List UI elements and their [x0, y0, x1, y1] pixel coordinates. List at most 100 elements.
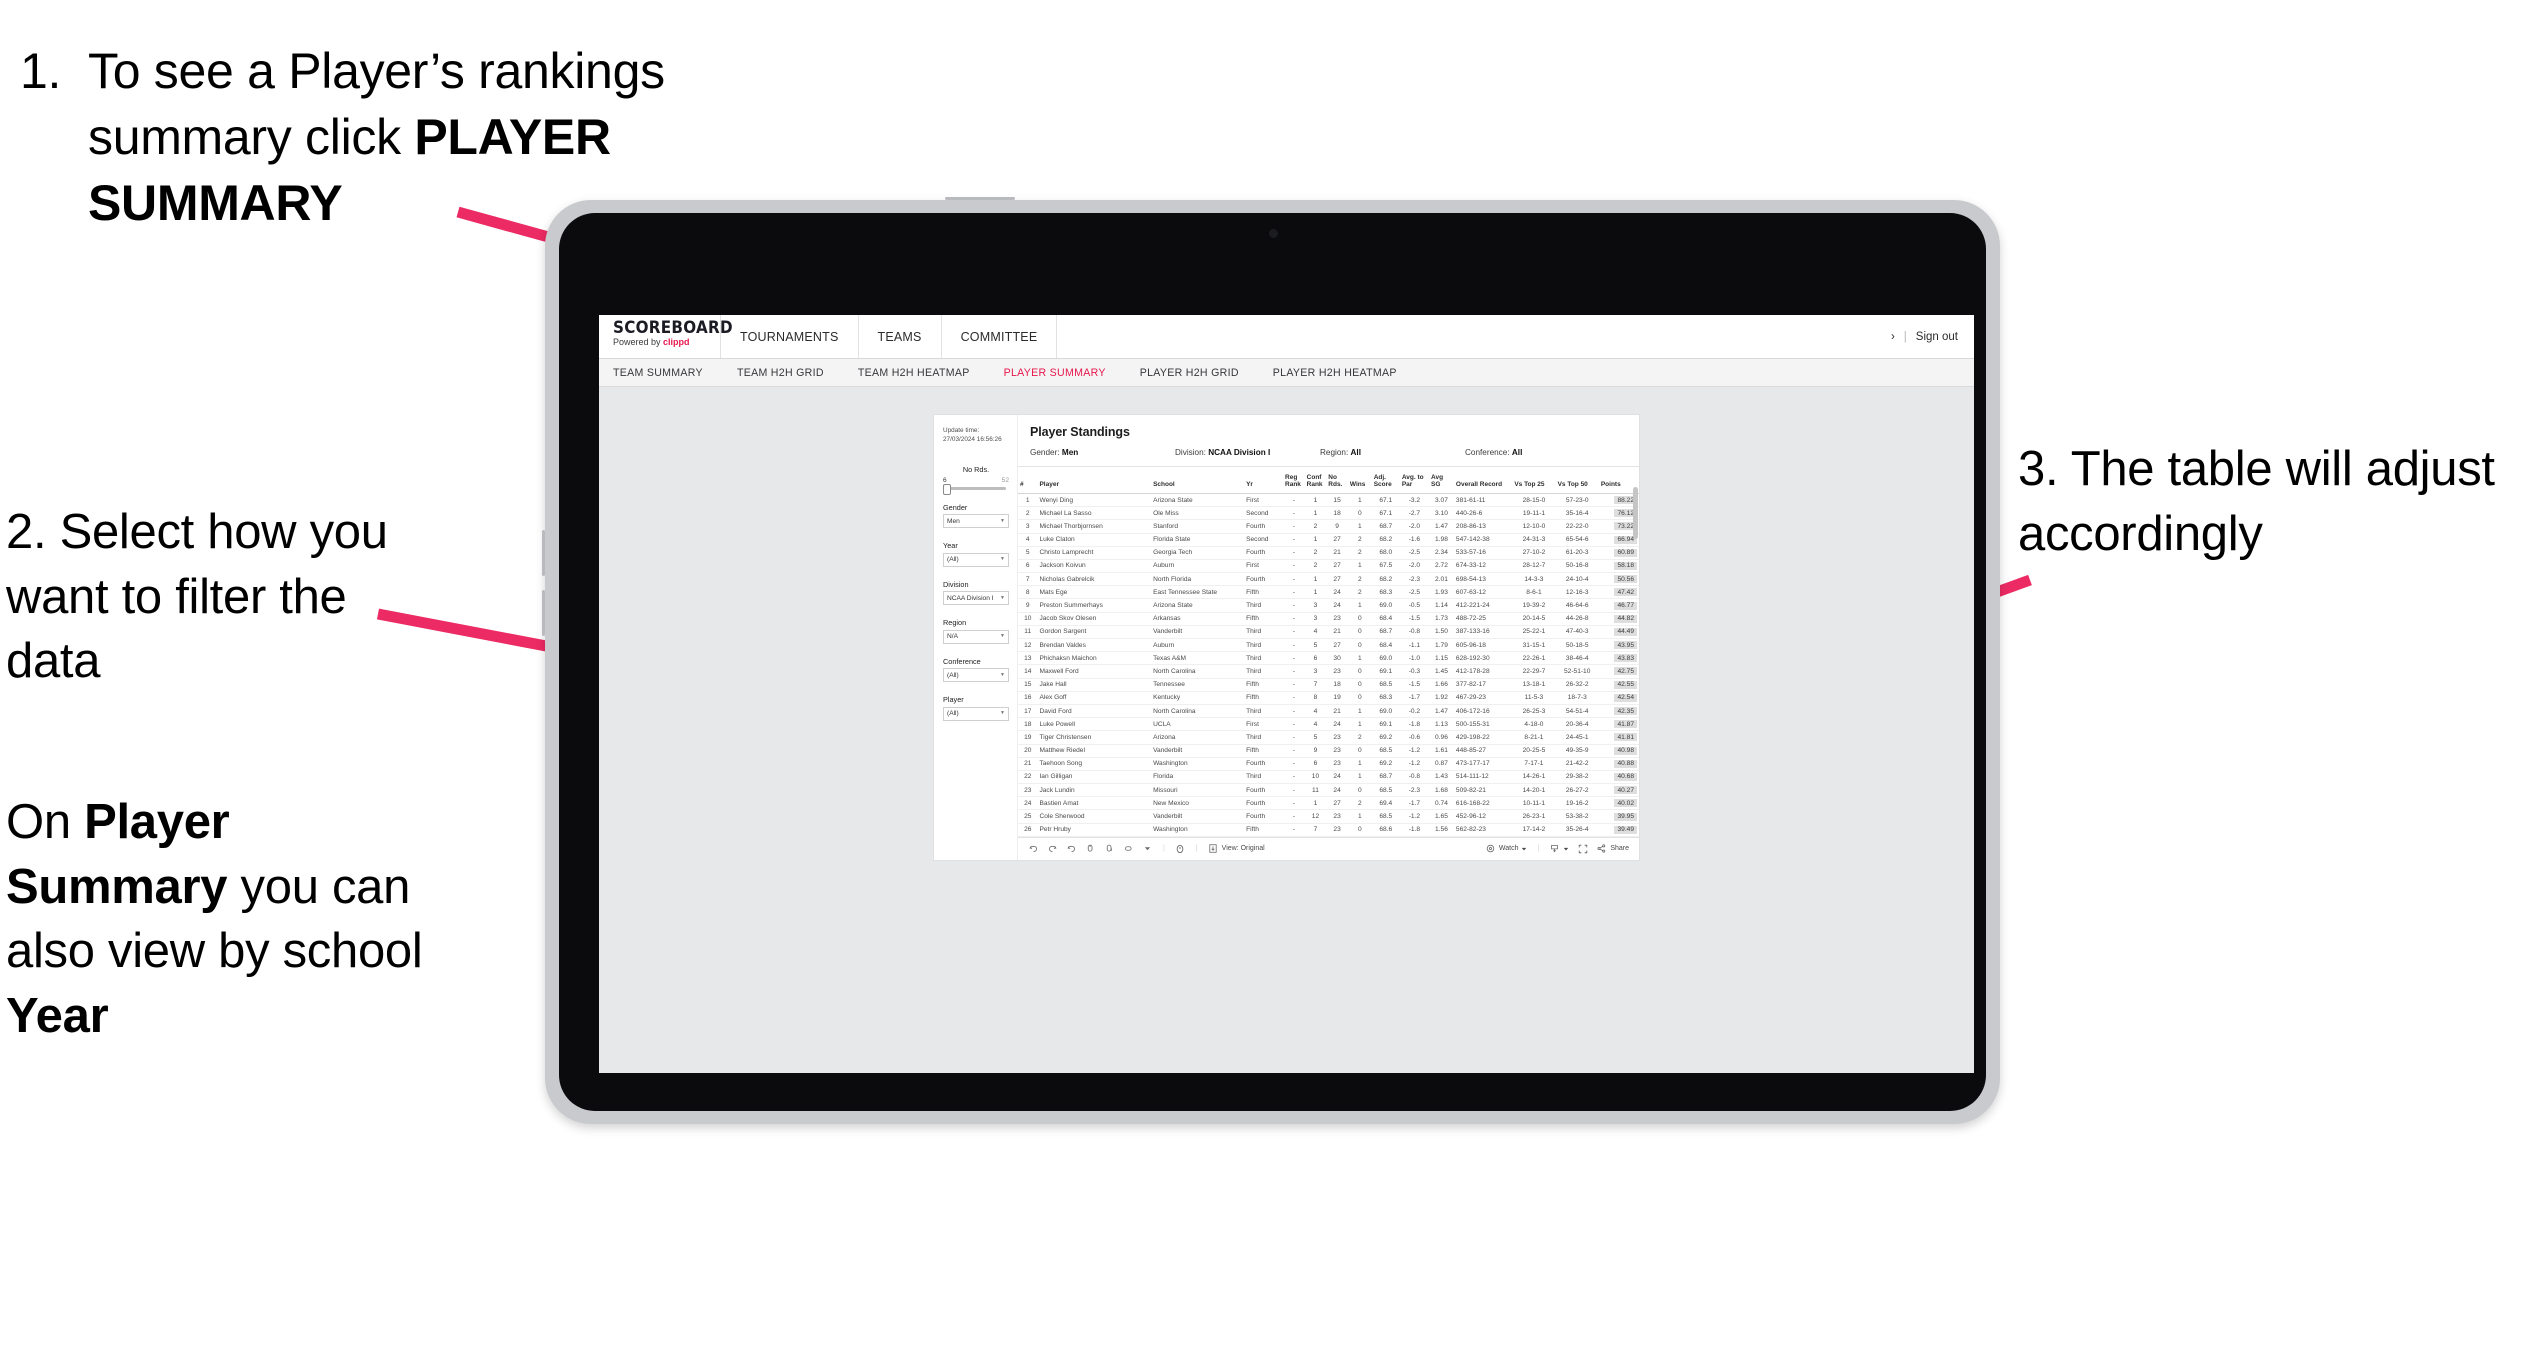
- table-cell: 13: [1018, 651, 1038, 666]
- slider-handle[interactable]: [943, 483, 951, 495]
- watch-button[interactable]: Watch: [1485, 843, 1528, 854]
- table-cell: -: [1283, 664, 1305, 679]
- column-header[interactable]: No Rds.: [1326, 467, 1348, 494]
- table-row[interactable]: 17 David Ford North Carolina Third -4 21 1 69.0…: [1018, 704, 1639, 719]
- table-row[interactable]: 7 Nicholas Gabrelcik North Florida Fourth -1…: [1018, 572, 1639, 587]
- pause-icon[interactable]: [1104, 843, 1115, 854]
- table-row[interactable]: 24 Bastien Amat New Mexico Fourth -1 27 2 69.4-…: [1018, 796, 1639, 811]
- table-cell: -0.2: [1399, 704, 1430, 719]
- download-button[interactable]: [1549, 843, 1569, 854]
- column-header[interactable]: Overall Record: [1453, 467, 1513, 494]
- table-row[interactable]: 9 Preston Summerhays Arizona State Third -3 2…: [1018, 598, 1639, 613]
- topnav-item-committee[interactable]: COMMITTEE: [942, 315, 1058, 358]
- table-cell: Michael Thorbjornsen: [1037, 519, 1152, 534]
- volume-down-button[interactable]: [542, 590, 545, 636]
- column-header[interactable]: Yr: [1244, 467, 1284, 494]
- column-header[interactable]: Vs Top 25: [1512, 467, 1556, 494]
- table-row[interactable]: 15 Jake Hall Tennessee Fifth -7 18 0 68.5 -1.5 1.…: [1018, 678, 1639, 692]
- column-header[interactable]: School: [1151, 467, 1245, 494]
- table-row[interactable]: 21 Taehoon Song Washington Fourth -6 23 1 69.2-…: [1018, 757, 1639, 771]
- subnav-item-player-h2h-heatmap[interactable]: PLAYER H2H HEATMAP: [1273, 367, 1415, 379]
- share-button[interactable]: Share: [1596, 843, 1629, 854]
- table-row[interactable]: 1 Wenyi Ding Arizona State First -1 15 1 67.1 -3…: [1018, 493, 1639, 508]
- brand-logo[interactable]: SCOREBOARD Powered by clippd: [599, 315, 733, 358]
- table-row[interactable]: 6 Jackson Koivun Auburn First -2 27 1 67.5 -2.0 2…: [1018, 559, 1639, 574]
- front-camera: [1268, 229, 1278, 238]
- refresh-icon[interactable]: [1085, 843, 1096, 854]
- table-row[interactable]: 19 Tiger Christensen Arizona Third -5 23 2 69.2…: [1018, 730, 1639, 745]
- topnav-label: TEAMS: [877, 329, 922, 344]
- table-cell: 35-16-4: [1555, 506, 1599, 521]
- table-row[interactable]: 10 Jacob Skov Olesen Arkansas Fifth -3 23 0 68.…: [1018, 612, 1639, 626]
- column-header[interactable]: #: [1018, 467, 1038, 494]
- table-row[interactable]: 26 Petr Hruby Washington Fifth -7 23 0 68.6 -1.8…: [1018, 823, 1639, 837]
- chevron-right-icon[interactable]: ›: [1891, 331, 1895, 343]
- table-row[interactable]: 23 Jack Lundin Missouri Fourth -11 24 0 68.5 -2.…: [1018, 783, 1639, 798]
- sign-out-link[interactable]: Sign out: [1916, 331, 1958, 343]
- fullscreen-icon[interactable]: [1577, 843, 1588, 854]
- table-row[interactable]: 14 Maxwell Ford North Carolina Third -3 23 0 69…: [1018, 664, 1639, 679]
- app-top-navigation: SCOREBOARD Powered by clippd TOURNAMENTS…: [599, 315, 1974, 359]
- table-row[interactable]: 3 Michael Thorbjornsen Stanford Fourth -2 9 1 6…: [1018, 519, 1639, 534]
- table-cell: 440-26-6: [1453, 506, 1513, 521]
- filter-region-select[interactable]: N/A ▼: [943, 629, 1009, 644]
- table-cell: Fifth: [1244, 585, 1284, 600]
- table-cell: 39.49: [1598, 823, 1639, 837]
- table-cell: 1.45: [1429, 664, 1454, 679]
- subnav-item-team-summary[interactable]: TEAM SUMMARY: [613, 367, 721, 379]
- power-button[interactable]: [945, 197, 1015, 200]
- column-header[interactable]: Player: [1037, 467, 1152, 494]
- undo-icon[interactable]: [1028, 843, 1039, 854]
- table-cell: 7: [1018, 572, 1038, 587]
- table-cell: 12-16-3: [1555, 585, 1599, 600]
- table-cell: 473-177-17: [1453, 757, 1513, 771]
- subnav-item-player-h2h-grid[interactable]: PLAYER H2H GRID: [1140, 367, 1257, 379]
- revert-icon[interactable]: [1066, 843, 1077, 854]
- history-icon[interactable]: [1175, 843, 1186, 854]
- column-header[interactable]: Wins: [1347, 467, 1372, 494]
- table-row[interactable]: 2 Michael La Sasso Ole Miss Second -1 18 0 67.1…: [1018, 506, 1639, 521]
- table-row[interactable]: 11 Gordon Sargent Vanderbilt Third -4 21 0 68.7…: [1018, 625, 1639, 640]
- column-header[interactable]: Avg. to Par: [1399, 467, 1430, 494]
- watch-icon: [1485, 843, 1496, 854]
- view-original-button[interactable]: View: Original: [1208, 843, 1265, 854]
- topnav-item-tournaments[interactable]: TOURNAMENTS: [721, 315, 859, 358]
- table-row[interactable]: 5 Christo Lamprecht Georgia Tech Fourth -2 21…: [1018, 546, 1639, 560]
- table-row[interactable]: 22 Ian Gilligan Florida Third -10 24 1 68.7 -0.8…: [1018, 770, 1639, 785]
- standings-table-scroll[interactable]: # Player School Yr Reg Rank Conf Rank No Rds. W…: [1018, 467, 1639, 837]
- table-cell: 14-26-1: [1512, 770, 1556, 785]
- topnav-item-teams[interactable]: TEAMS: [859, 315, 942, 358]
- table-row[interactable]: 8 Mats Ege East Tennessee State Fifth -1 24 2 6…: [1018, 585, 1639, 600]
- no-rounds-slider[interactable]: [943, 483, 1006, 495]
- table-row[interactable]: 12 Brendan Valdes Auburn Third -5 27 0 68.4 -1.1…: [1018, 638, 1639, 653]
- table-cell: -: [1283, 717, 1305, 732]
- column-header[interactable]: Conf Rank: [1304, 467, 1327, 494]
- volume-up-button[interactable]: [542, 530, 545, 576]
- table-row[interactable]: 18 Luke Powell UCLA First -4 24 1 69.1 -1.8 1.13 5…: [1018, 717, 1639, 732]
- column-header[interactable]: Reg Rank: [1283, 467, 1305, 494]
- table-cell: Maxwell Ford: [1037, 664, 1152, 679]
- subnav-item-player-summary[interactable]: PLAYER SUMMARY: [1004, 367, 1124, 379]
- table-row[interactable]: 4 Luke Claton Florida State Second -1 27 2 68.2…: [1018, 533, 1639, 547]
- table-cell: 11-5-3: [1512, 691, 1556, 705]
- table-row[interactable]: 20 Matthew Riedel Vanderbilt Fifth -9 23 0 68.5…: [1018, 744, 1639, 758]
- column-header[interactable]: Vs Top 50: [1555, 467, 1599, 494]
- filter-gender-select[interactable]: Men ▼: [943, 514, 1009, 529]
- column-header[interactable]: Avg SG: [1429, 467, 1454, 494]
- filter-conference-select[interactable]: (All) ▼: [943, 668, 1009, 683]
- subnav-item-team-h2h-grid[interactable]: TEAM H2H GRID: [737, 367, 842, 379]
- table-row[interactable]: 13 Phichaksn Maichon Texas A&M Third -6 30 1 69…: [1018, 651, 1639, 666]
- table-cell: 1: [1347, 559, 1372, 574]
- chevron-down-icon[interactable]: [1142, 843, 1153, 854]
- table-row[interactable]: 16 Alex Goff Kentucky Fifth -8 19 0 68.3 -1.7 1.9…: [1018, 691, 1639, 705]
- filter-year-select[interactable]: (All) ▼: [943, 552, 1009, 567]
- column-header[interactable]: Adj. Score: [1371, 467, 1400, 494]
- filter-player-select[interactable]: (All) ▼: [943, 706, 1009, 721]
- swap-icon[interactable]: [1123, 843, 1134, 854]
- vertical-scrollbar[interactable]: [1633, 487, 1638, 539]
- table-row[interactable]: 25 Cole Sherwood Vanderbilt Fourth -12 23 1 68.…: [1018, 809, 1639, 824]
- redo-icon[interactable]: [1047, 843, 1058, 854]
- table-cell: 12: [1304, 809, 1327, 824]
- subnav-item-team-h2h-heatmap[interactable]: TEAM H2H HEATMAP: [858, 367, 988, 379]
- filter-division-select[interactable]: NCAA Division I ▼: [943, 591, 1009, 606]
